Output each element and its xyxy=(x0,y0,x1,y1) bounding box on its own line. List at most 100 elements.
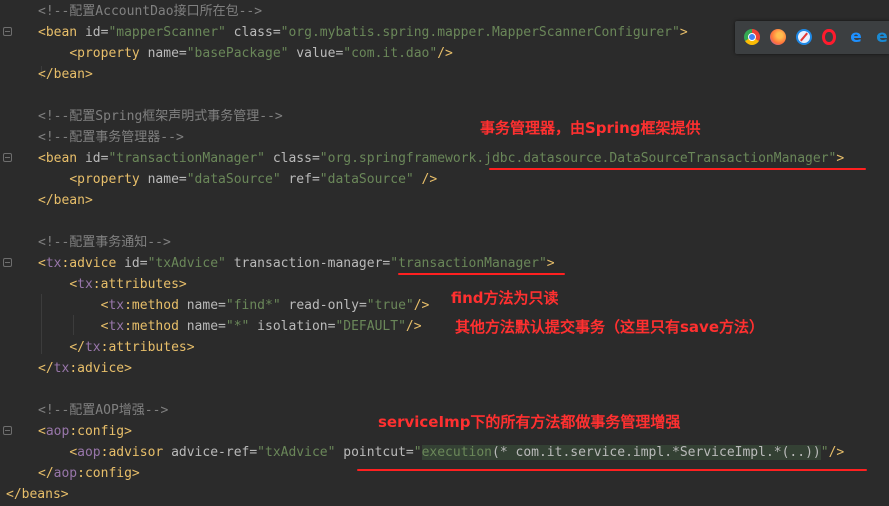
code-line[interactable]: </tx:advice> xyxy=(38,358,132,379)
code-token: "org.springframework.jdbc.datasource.Dat… xyxy=(319,151,837,166)
code-token: read-only= xyxy=(280,298,367,313)
code-token: name= xyxy=(147,46,187,61)
code-token: > xyxy=(546,256,555,271)
code-token: :method xyxy=(124,319,187,334)
code-token: id= xyxy=(124,256,148,271)
code-token: :config> xyxy=(69,424,132,439)
code-line[interactable]: </tx:attributes> xyxy=(38,337,195,358)
code-token: /> xyxy=(413,172,438,187)
annotation-find-readonly: find方法为只读 xyxy=(451,289,559,307)
code-line[interactable]: </aop:config> xyxy=(38,463,140,484)
code-line[interactable]: <bean id="transactionManager" class="org… xyxy=(38,148,844,169)
code-line[interactable]: <!--配置事务通知--> xyxy=(38,232,171,253)
code-token: "transactionManager" xyxy=(390,256,547,271)
code-token: "basePackage" xyxy=(186,46,289,61)
code-token: tx xyxy=(77,277,93,292)
code-token: name= xyxy=(147,172,187,187)
code-token: <property xyxy=(69,172,148,187)
code-token: "txAdvice" xyxy=(147,256,226,271)
chrome-icon[interactable] xyxy=(744,29,760,45)
code-line[interactable]: <aop:config> xyxy=(38,421,132,442)
opera-icon[interactable] xyxy=(822,29,836,45)
code-line[interactable]: </bean> xyxy=(38,64,93,85)
code-line[interactable]: <property name="dataSource" ref="dataSou… xyxy=(38,169,437,190)
edge-icon[interactable]: e xyxy=(874,29,889,46)
code-token: <!--配置事务通知--> xyxy=(38,235,171,250)
code-line[interactable]: <tx:method name="find*" read-only="true"… xyxy=(38,295,430,316)
code-token: tx xyxy=(108,298,125,313)
safari-icon[interactable] xyxy=(796,29,812,45)
code-token: <!--配置AccountDao接口所在包--> xyxy=(38,4,263,19)
fold-icon[interactable] xyxy=(3,27,12,36)
code-line[interactable]: </bean> xyxy=(38,190,93,211)
code-token: name= xyxy=(186,319,226,334)
code-token: tx xyxy=(53,361,70,376)
code-line[interactable]: </beans> xyxy=(6,484,69,505)
code-token: name= xyxy=(186,298,226,313)
code-token: pointcut= xyxy=(335,445,414,460)
code-token: "txAdvice" xyxy=(257,445,336,460)
code-line[interactable]: <!--配置事务管理器--> xyxy=(38,127,184,148)
code-token: id= xyxy=(84,25,109,40)
code-token: < xyxy=(38,424,46,439)
firefox-icon[interactable] xyxy=(770,29,786,45)
code-token: execution xyxy=(421,445,493,460)
code-token: /> xyxy=(828,445,845,460)
code-token: " xyxy=(413,445,422,460)
annotation-tx-manager: 事务管理器，由Spring框架提供 xyxy=(480,119,701,137)
code-token: "true" xyxy=(366,298,414,313)
code-token: "com.it.dao" xyxy=(343,46,438,61)
code-line[interactable]: <aop:advisor advice-ref="txAdvice" point… xyxy=(38,442,844,463)
code-token: < xyxy=(38,25,46,40)
code-token: > xyxy=(679,25,688,40)
code-token: tx xyxy=(84,340,101,355)
code-token: :attributes> xyxy=(92,277,187,292)
code-line[interactable]: <tx:method name="*" isolation="DEFAULT"/… xyxy=(38,316,422,337)
code-token: </ xyxy=(38,361,54,376)
code-token: /> xyxy=(437,46,453,61)
code-token: :advice> xyxy=(69,361,132,376)
annotation-other-methods: 其他方法默认提交事务（这里只有save方法） xyxy=(455,318,765,336)
code-line[interactable]: <!--配置AccountDao接口所在包--> xyxy=(38,1,262,22)
fold-icon[interactable] xyxy=(3,258,12,267)
ie-icon[interactable]: e xyxy=(848,29,864,46)
code-token: </beans> xyxy=(6,487,69,502)
code-token: class= xyxy=(265,151,320,166)
code-line[interactable]: <property name="basePackage" value="com.… xyxy=(38,43,453,64)
code-token: < xyxy=(38,256,46,271)
code-line[interactable]: <tx:attributes> xyxy=(38,274,187,295)
code-token: (* com.it.service.impl.*ServiceImpl.*(..… xyxy=(492,445,821,460)
code-token: transaction-manager= xyxy=(225,256,391,271)
code-token: <bean xyxy=(38,151,85,166)
annotation-service-imp: serviceImp下的所有方法都做事务管理增强 xyxy=(378,413,681,431)
code-token: aop xyxy=(77,445,101,460)
code-token: bean xyxy=(45,25,85,40)
code-line[interactable]: <!--配置Spring框架声明式事务管理--> xyxy=(38,106,283,127)
red-underline xyxy=(357,469,867,471)
code-token: </ xyxy=(38,466,54,481)
code-token: > xyxy=(836,151,845,166)
code-token: aop xyxy=(53,466,78,481)
fold-icon[interactable] xyxy=(3,153,12,162)
code-token: "*" xyxy=(225,319,250,334)
code-token: :method xyxy=(124,298,187,313)
code-line[interactable]: <bean id="mapperScanner" class="org.myba… xyxy=(38,22,688,43)
code-token: "find*" xyxy=(225,298,281,313)
code-token: :attributes> xyxy=(100,340,195,355)
code-token: <!--配置事务管理器--> xyxy=(38,130,184,145)
code-token: " xyxy=(820,445,829,460)
code-token: tx xyxy=(45,256,62,271)
code-line[interactable]: <tx:advice id="txAdvice" transaction-man… xyxy=(38,253,555,274)
code-token: ref= xyxy=(280,172,320,187)
code-token: "dataSource" xyxy=(186,172,281,187)
fold-icon[interactable] xyxy=(3,426,12,435)
code-line[interactable]: <!--配置AOP增强--> xyxy=(38,400,168,421)
code-token: "transactionManager" xyxy=(108,151,265,166)
code-token: "DEFAULT" xyxy=(335,319,406,334)
